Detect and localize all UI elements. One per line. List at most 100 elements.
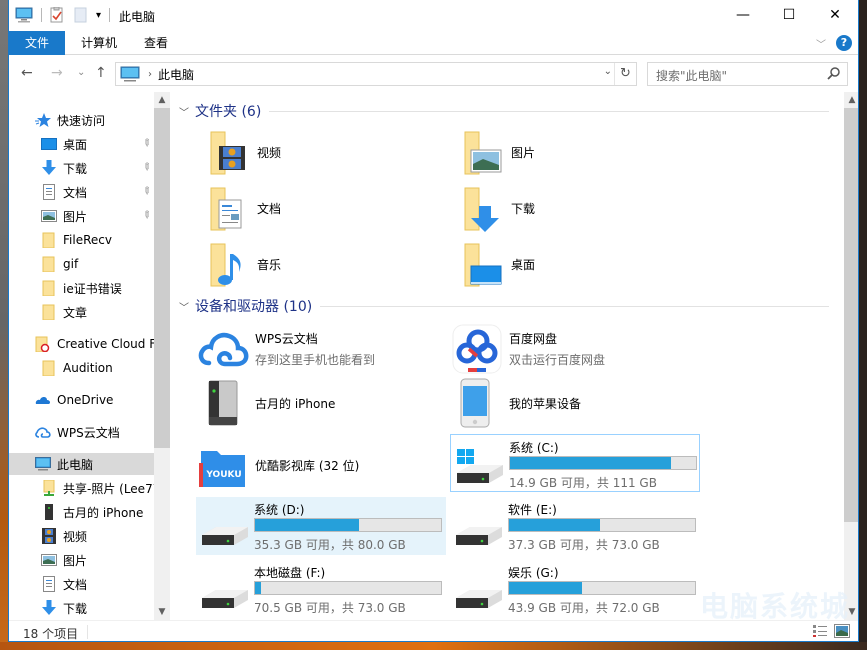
collapse-chevron-icon[interactable]: ﹀ bbox=[179, 104, 189, 119]
drive-usage-bar bbox=[508, 518, 696, 532]
drive-item[interactable]: 系统 (C:) 14.9 GB 可用，共 111 GB bbox=[450, 434, 700, 492]
folder-item[interactable]: 视频 bbox=[191, 126, 431, 178]
drive-name: 本地磁盘 (F:) bbox=[254, 566, 326, 580]
sidebar-item[interactable]: 图片 ✎ bbox=[9, 205, 154, 227]
content-pane: ﹀ 文件夹 (6) 视频 图片文档 下载 音乐 桌面 ﹀ 设备和驱动器 (10) WPS… bbox=[171, 92, 844, 620]
status-divider bbox=[87, 625, 88, 639]
sidebar-item[interactable]: 桌面 ✎ bbox=[9, 133, 154, 155]
sidebar-item[interactable]: Creative Cloud Files bbox=[9, 333, 154, 355]
breadcrumb-this-pc[interactable]: 此电脑 bbox=[158, 66, 194, 83]
sidebar-item[interactable]: 共享-照片 (Lee77 bbox=[9, 477, 154, 499]
folder-icon bbox=[42, 280, 55, 296]
folders-group-header[interactable]: ﹀ 文件夹 (6) bbox=[179, 100, 829, 122]
device-baidu-netdisk[interactable]: 百度网盘 双击运行百度网盘 bbox=[445, 318, 695, 380]
refresh-button[interactable]: ↻ bbox=[614, 63, 636, 85]
minimize-button[interactable]: — bbox=[720, 0, 766, 30]
properties-icon[interactable] bbox=[48, 7, 66, 23]
sidebar-item[interactable]: WPS云文档 bbox=[9, 421, 154, 443]
picture-folder-icon bbox=[464, 131, 502, 175]
search-icon[interactable] bbox=[827, 66, 841, 80]
up-button[interactable]: ↑ bbox=[95, 65, 107, 81]
drive-usage-bar bbox=[254, 581, 442, 595]
folder-item[interactable]: 图片 bbox=[445, 126, 685, 178]
sidebar-item[interactable]: 文章 bbox=[9, 301, 154, 323]
device-iphone-portable[interactable]: 古月的 iPhone bbox=[191, 372, 441, 434]
wps-cloud-icon bbox=[35, 427, 51, 438]
tab-file[interactable]: 文件 bbox=[9, 31, 65, 55]
sidebar-item[interactable]: 古月的 iPhone bbox=[9, 501, 154, 523]
content-scroll-up-icon[interactable]: ▲ bbox=[844, 92, 858, 108]
onedrive-icon bbox=[35, 397, 51, 404]
drive-item[interactable]: 软件 (E:) 37.3 GB 可用，共 73.0 GB bbox=[450, 497, 700, 555]
sidebar-item-label: 下载 bbox=[63, 601, 88, 616]
tab-computer[interactable]: 计算机 bbox=[71, 31, 127, 55]
sidebar-item[interactable]: 文档 ✎ bbox=[9, 181, 154, 203]
large-icons-view-icon[interactable] bbox=[834, 624, 850, 638]
sidebar-item-label: 此电脑 bbox=[57, 457, 94, 472]
sidebar-item[interactable]: 视频 bbox=[9, 525, 154, 547]
device-name: WPS云文档 bbox=[255, 332, 318, 346]
breadcrumb-chevron-icon[interactable]: › bbox=[148, 69, 152, 80]
content-scrollbar-thumb[interactable] bbox=[844, 108, 858, 522]
folder-item[interactable]: 文档 bbox=[191, 182, 431, 234]
help-button[interactable]: ? bbox=[836, 35, 852, 51]
new-folder-icon[interactable] bbox=[72, 7, 90, 23]
document-icon bbox=[43, 184, 55, 200]
address-bar[interactable]: › 此电脑 ⌄ ↻ bbox=[115, 62, 637, 86]
sidebar-item[interactable]: 快速访问 bbox=[9, 109, 154, 131]
drive-capacity: 35.3 GB 可用，共 80.0 GB bbox=[254, 538, 406, 552]
folder-item[interactable]: 音乐 bbox=[191, 238, 431, 290]
sidebar-scroll-down-icon[interactable]: ▼ bbox=[154, 604, 170, 620]
sidebar-item[interactable]: FileRecv bbox=[9, 229, 154, 251]
title-bar: ▾ 此电脑 — ☐ ✕ bbox=[9, 0, 858, 31]
pin-icon[interactable]: ✎ bbox=[139, 137, 153, 151]
drive-usage-fill bbox=[509, 519, 600, 531]
drive-item[interactable]: 系统 (D:) 35.3 GB 可用，共 80.0 GB bbox=[196, 497, 446, 555]
sidebar-scroll-up-icon[interactable]: ▲ bbox=[154, 92, 170, 108]
sidebar-item[interactable]: 下载 ✎ bbox=[9, 157, 154, 179]
desktop-background-right bbox=[858, 0, 867, 650]
maximize-button[interactable]: ☐ bbox=[766, 0, 812, 30]
sidebar-item[interactable]: 下载 bbox=[9, 597, 154, 619]
sidebar-item[interactable]: ie证书错误 bbox=[9, 277, 154, 299]
search-input[interactable]: 搜索"此电脑" bbox=[647, 62, 848, 86]
sidebar-item[interactable]: 此电脑 bbox=[9, 453, 154, 475]
sidebar-scrollbar-thumb[interactable] bbox=[154, 108, 170, 448]
folders-group-title: 文件夹 (6) bbox=[195, 104, 262, 120]
address-dropdown-icon[interactable]: ⌄ bbox=[604, 66, 612, 77]
forward-button[interactable]: → bbox=[51, 65, 63, 81]
tab-view[interactable]: 查看 bbox=[133, 31, 179, 55]
content-scroll-down-icon[interactable]: ▼ bbox=[844, 604, 858, 620]
expand-ribbon-icon[interactable]: ﹀ bbox=[816, 36, 826, 51]
customize-toolbar-dropdown[interactable]: ▾ bbox=[96, 10, 101, 21]
sidebar-item-label: Audition bbox=[63, 361, 113, 375]
drive-item[interactable]: 本地磁盘 (F:) 70.5 GB 可用，共 73.0 GB bbox=[196, 560, 446, 618]
folder-item[interactable]: 桌面 bbox=[445, 238, 685, 290]
sidebar-item-label: 桌面 bbox=[63, 137, 88, 152]
sidebar-item[interactable]: Audition bbox=[9, 357, 154, 379]
pin-icon[interactable]: ✎ bbox=[139, 161, 153, 175]
details-view-icon[interactable] bbox=[812, 624, 828, 638]
sidebar-item[interactable]: OneDrive bbox=[9, 389, 154, 411]
pin-icon[interactable]: ✎ bbox=[139, 209, 153, 223]
ribbon-right-controls: ﹀ ? bbox=[816, 35, 852, 51]
device-wps-cloud[interactable]: WPS云文档 存到这里手机也能看到 bbox=[191, 318, 441, 380]
ribbon-tabs: 文件 计算机 查看 ﹀ ? bbox=[9, 31, 858, 55]
sidebar-item[interactable]: 文档 bbox=[9, 573, 154, 595]
device-youku[interactable]: YOUKU 优酷影视库 (32 位) bbox=[191, 434, 441, 496]
pin-icon[interactable]: ✎ bbox=[139, 185, 153, 199]
window-controls: — ☐ ✕ bbox=[720, 0, 858, 30]
drive-item[interactable]: 娱乐 (G:) 43.9 GB 可用，共 72.0 GB bbox=[450, 560, 700, 618]
sidebar-item[interactable]: gif bbox=[9, 253, 154, 275]
devices-group-header[interactable]: ﹀ 设备和驱动器 (10) bbox=[179, 295, 829, 317]
collapse-chevron-icon[interactable]: ﹀ bbox=[179, 299, 189, 314]
back-button[interactable]: ← bbox=[21, 65, 33, 81]
device-my-apple[interactable]: 我的苹果设备 bbox=[445, 372, 695, 434]
document-icon bbox=[43, 576, 55, 592]
sidebar-item[interactable]: 图片 bbox=[9, 549, 154, 571]
close-button[interactable]: ✕ bbox=[812, 0, 858, 30]
folder-item[interactable]: 下载 bbox=[445, 182, 685, 234]
drive-usage-bar bbox=[509, 456, 697, 470]
recent-locations-dropdown[interactable]: ⌄ bbox=[77, 67, 85, 78]
folder-label: 图片 bbox=[511, 145, 536, 160]
